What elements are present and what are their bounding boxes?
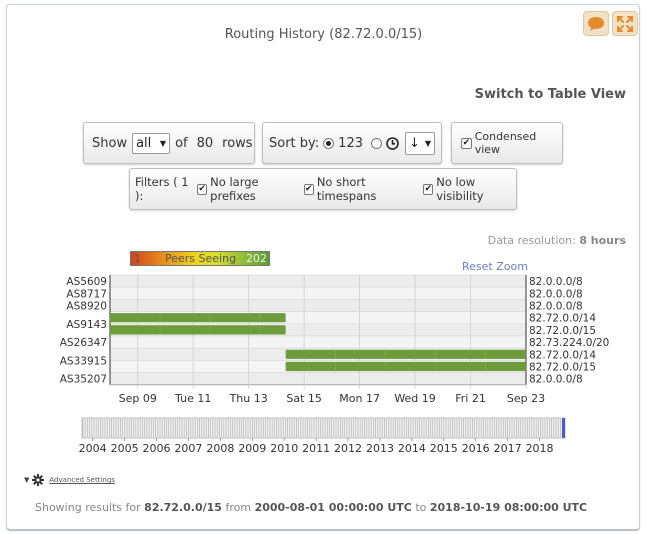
prefix-label: 82.72.0.0/15 [529, 362, 596, 374]
footer-to: 2018-10-19 08:00:00 UTC [429, 501, 588, 514]
visibility-bar [110, 313, 286, 323]
navigator-year-label: 2007 [174, 442, 202, 455]
navigator-year-label: 2018 [526, 442, 554, 455]
chart-row [109, 299, 527, 312]
advanced-settings-link[interactable]: Advanced Settings [49, 476, 115, 484]
chart-row [109, 372, 527, 386]
footer-prefix: Showing results for [35, 501, 141, 514]
prefix-label: 82.72.0.0/14 [529, 313, 596, 325]
x-tick-label: Thu 13 [229, 392, 268, 405]
as-label: AS26347 [60, 337, 107, 349]
advanced-settings[interactable]: ▼ Advanced Settings [24, 474, 115, 486]
navigator-year-label: 2014 [398, 442, 426, 455]
x-tick-label: Fri 21 [455, 392, 486, 405]
prefix-label: 82.0.0.0/8 [529, 301, 583, 313]
navigator-selection [562, 418, 565, 438]
x-tick-label: Wed 19 [394, 392, 435, 405]
navigator-year-label: 2013 [366, 442, 394, 455]
chart-row [109, 335, 527, 349]
routing-history-chart: AS5609 AS8717 AS8920 AS9143 AS26347 AS33915 AS… [0, 0, 647, 534]
navigator-year-label: 2004 [79, 442, 107, 455]
results-summary: Showing results for 82.72.0.0/15 from 20… [35, 501, 587, 514]
prefix-label: 82.0.0.0/8 [529, 288, 583, 300]
prefix-label: 82.0.0.0/8 [529, 276, 583, 288]
navigator-year-label: 2009 [238, 442, 266, 455]
footer-from: 2000-08-01 00:00:00 UTC [254, 501, 412, 514]
navigator-year-label: 2011 [302, 442, 330, 455]
prefix-label: 82.72.0.0/14 [529, 349, 596, 361]
footer-from-label: from [225, 501, 252, 514]
as-label: AS8717 [66, 288, 107, 300]
footer-resource: 82.72.0.0/15 [144, 501, 222, 514]
prefix-label: 82.73.224.0/20 [529, 337, 609, 349]
navigator-year-label: 2006 [143, 442, 171, 455]
as-label: AS9143 [66, 319, 107, 331]
chart-row [109, 286, 527, 300]
navigator-year-label: 2005 [111, 442, 139, 455]
gear-icon [32, 474, 45, 486]
navigator-year-label: 2017 [494, 442, 522, 455]
navigator-year-label: 2012 [334, 442, 362, 455]
navigator-year-label: 2008 [206, 442, 234, 455]
navigator-year-label: 2016 [462, 442, 490, 455]
x-tick-label: Sep 23 [507, 392, 545, 405]
caret-down-icon: ▼ [24, 476, 30, 484]
prefix-label: 82.0.0.0/8 [529, 374, 583, 386]
as-label: AS35207 [60, 374, 107, 386]
routing-chart-svg[interactable]: AS5609AS8717AS8920 AS9143 AS26347 AS33915 AS… [0, 0, 647, 534]
chart-row [109, 274, 527, 288]
as-label: AS8920 [66, 301, 107, 313]
navigator-year-label: 2010 [270, 442, 298, 455]
as-label: AS5609 [66, 276, 107, 288]
x-tick-label: Sep 09 [119, 392, 157, 405]
x-tick-label: Mon 17 [339, 392, 380, 405]
visibility-bar [285, 361, 526, 372]
prefix-label: 82.72.0.0/15 [529, 325, 596, 337]
x-tick-label: Sat 15 [286, 392, 322, 405]
as-label: AS33915 [60, 355, 107, 367]
visibility-bar [110, 325, 286, 335]
x-tick-label: Tue 11 [174, 392, 211, 405]
navigator-year-label: 2015 [430, 442, 458, 455]
visibility-bar [285, 349, 526, 359]
footer-to-label: to [415, 501, 427, 514]
